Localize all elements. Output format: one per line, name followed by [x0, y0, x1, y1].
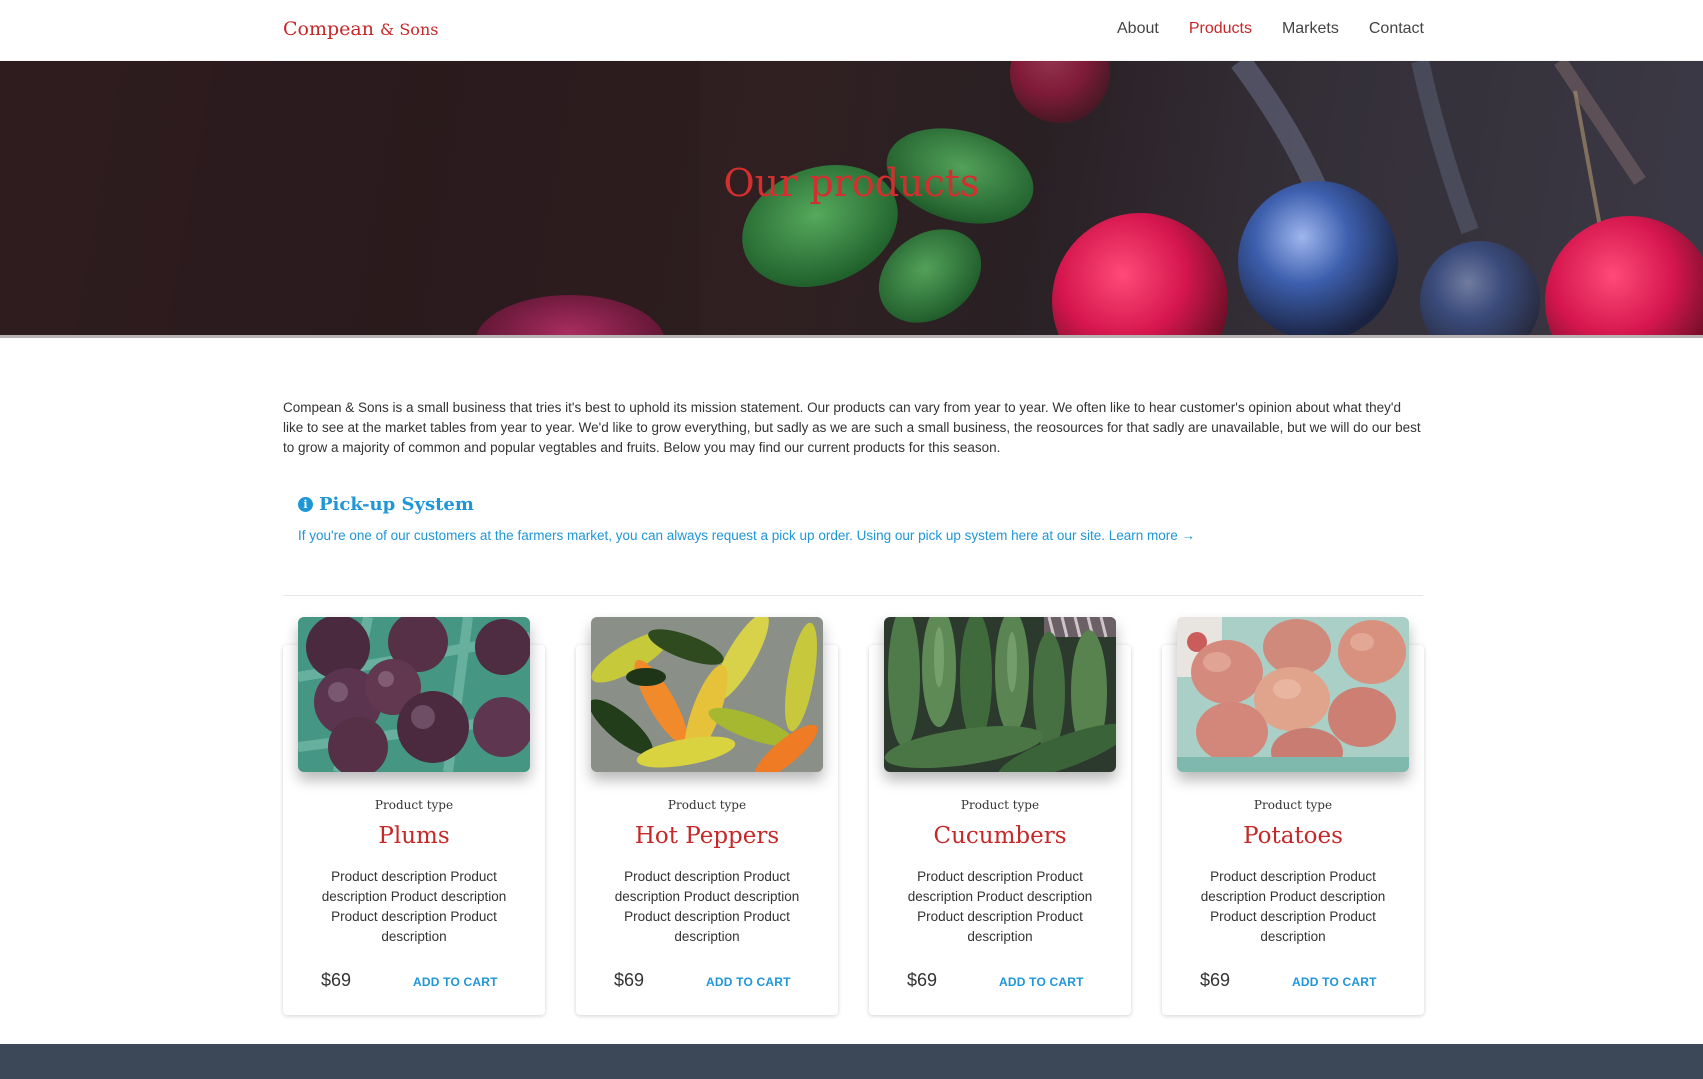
product-description: Product description Product description … — [614, 869, 800, 944]
hero-banner: Our products — [0, 61, 1703, 338]
add-to-cart-button[interactable]: ADD TO CART — [999, 975, 1084, 989]
product-name[interactable]: Plums — [283, 823, 545, 849]
product-description: Product description Product description … — [1200, 869, 1386, 944]
brand-logo[interactable]: Compean & Sons — [283, 18, 438, 40]
footer — [0, 1044, 1703, 1079]
brand-suffix: & Sons — [380, 20, 439, 39]
product-description: Product description Product description … — [321, 869, 507, 944]
product-name[interactable]: Potatoes — [1162, 823, 1424, 849]
learn-more-link[interactable]: Learn more → — [1109, 528, 1195, 543]
product-type-label: Product type — [374, 798, 454, 812]
navbar: Compean & Sons About Products Markets Co… — [0, 0, 1703, 60]
pickup-title: Pick-up System — [319, 494, 474, 515]
nav-link-contact[interactable]: Contact — [1369, 20, 1424, 38]
product-type-label: Product type — [667, 798, 747, 812]
nav-link-markets[interactable]: Markets — [1282, 20, 1339, 38]
product-type-label: Product type — [1253, 798, 1333, 812]
product-image-potatoes — [1177, 617, 1409, 772]
pickup-description: If you're one of our customers at the fa… — [298, 527, 1418, 545]
brand-name: Compean — [283, 18, 374, 40]
pickup-heading: i Pick-up System — [298, 494, 1418, 515]
product-image-plums — [298, 617, 530, 772]
product-description: Product description Product description … — [907, 869, 1093, 944]
pickup-callout: i Pick-up System If you're one of our cu… — [298, 494, 1418, 545]
section-divider — [283, 595, 1423, 596]
product-price: $69 — [907, 970, 938, 990]
product-card-plums: Product type Plums Product description P… — [283, 617, 545, 1015]
add-to-cart-button[interactable]: ADD TO CART — [706, 975, 791, 989]
hero-title: Our products — [723, 161, 980, 205]
product-image-cucumbers — [884, 617, 1116, 772]
nav-link-products[interactable]: Products — [1189, 20, 1252, 38]
product-price: $69 — [1200, 970, 1231, 990]
nav-menu: About Products Markets Contact — [1117, 20, 1424, 38]
add-to-cart-button[interactable]: ADD TO CART — [1292, 975, 1377, 989]
product-card-cucumbers: Product type Cucumbers Product descripti… — [869, 617, 1131, 1015]
product-card-hot-peppers: Product type Hot Peppers Product descrip… — [576, 617, 838, 1015]
product-price: $69 — [321, 970, 352, 990]
product-name[interactable]: Hot Peppers — [576, 823, 838, 849]
intro-text: Compean & Sons is a small business that … — [283, 400, 1421, 455]
info-circle-icon: i — [298, 497, 313, 512]
product-card-potatoes: Product type Potatoes Product descriptio… — [1162, 617, 1424, 1015]
product-price: $69 — [614, 970, 645, 990]
nav-link-about[interactable]: About — [1117, 20, 1159, 38]
pickup-text: If you're one of our customers at the fa… — [298, 528, 1105, 543]
product-type-label: Product type — [960, 798, 1040, 812]
add-to-cart-button[interactable]: ADD TO CART — [413, 975, 498, 989]
product-image-hot-peppers — [591, 617, 823, 772]
product-name[interactable]: Cucumbers — [869, 823, 1131, 849]
hero-divider — [0, 335, 1703, 338]
